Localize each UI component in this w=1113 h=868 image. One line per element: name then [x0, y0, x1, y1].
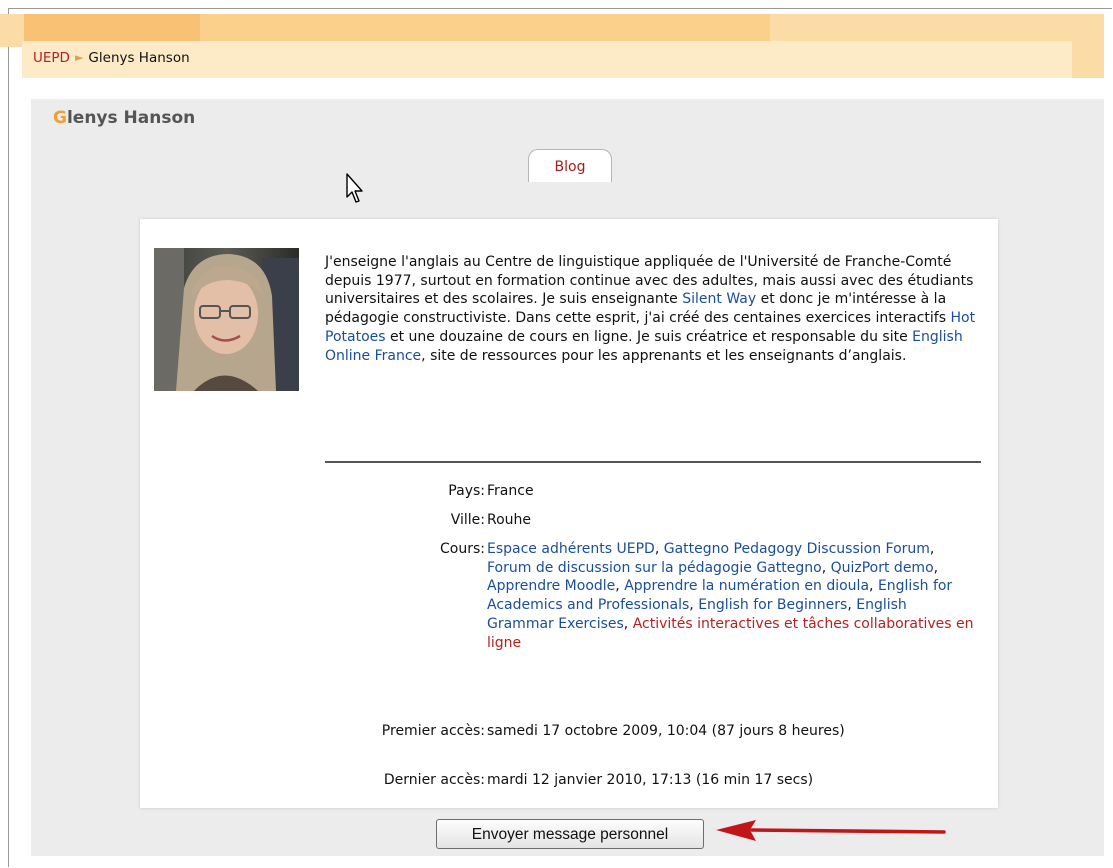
tab-blog[interactable]: Blog	[528, 149, 612, 182]
send-message-button[interactable]: Envoyer message personnel	[436, 819, 704, 849]
divider	[325, 461, 981, 463]
navbar-right-segment	[1072, 41, 1104, 78]
link-silent-way[interactable]: Silent Way	[682, 291, 756, 307]
course-link[interactable]: Gattegno Pedagogy Discussion Forum	[664, 541, 930, 557]
breadcrumb: UEPD ► Glenys Hanson	[33, 50, 190, 66]
course-separator: ,	[847, 597, 857, 614]
value-pays: France	[487, 483, 534, 499]
course-link[interactable]: QuizPort demo	[831, 560, 934, 576]
breadcrumb-home-link[interactable]: UEPD	[33, 50, 70, 66]
course-separator: ,	[623, 615, 633, 632]
value-ville: Rouhe	[487, 512, 532, 528]
label-premier-acces: Premier accès:	[381, 723, 485, 739]
course-separator: ,	[929, 541, 935, 557]
course-link[interactable]: English for Beginners	[698, 597, 847, 613]
course-link[interactable]: Apprendre Moodle	[487, 578, 615, 594]
header-band-segment	[24, 14, 200, 41]
course-link[interactable]: Apprendre la numération en dioula	[624, 578, 869, 594]
header-band-segment	[770, 14, 1104, 41]
page-title-first-letter: G	[53, 108, 67, 128]
course-link[interactable]: Forum de discussion sur la pédagogie Gat…	[487, 560, 822, 576]
red-arrow-annotation-icon	[716, 820, 946, 841]
avatar	[154, 248, 299, 391]
header-band-segment	[200, 14, 770, 41]
course-separator: ,	[689, 597, 699, 614]
page-title: Glenys Hanson	[53, 108, 195, 128]
label-pays: Pays:	[448, 483, 485, 499]
label-ville: Ville:	[450, 512, 485, 528]
course-link[interactable]: Espace adhérents UEPD	[487, 541, 655, 557]
value-dernier-acces: mardi 12 janvier 2010, 17:13 (16 min 17 …	[487, 772, 814, 788]
page-title-rest: lenys Hanson	[66, 108, 196, 128]
bio-text: , site de ressources pour les apprenants…	[421, 347, 907, 364]
course-separator: ,	[933, 559, 939, 576]
course-list: Espace adhérents UEPD, Gattegno Pedagogy…	[487, 540, 977, 652]
course-separator: ,	[821, 559, 831, 576]
value-premier-acces: samedi 17 octobre 2009, 10:04 (87 jours …	[487, 723, 845, 739]
triangle-right-icon: ►	[74, 51, 84, 64]
course-separator: ,	[869, 578, 878, 595]
profile-description: J'enseigne l'anglais au Centre de lingui…	[325, 253, 985, 365]
bio-text: et une douzaine de cours en ligne. Je su…	[385, 328, 913, 345]
label-cours: Cours:	[440, 541, 485, 557]
mouse-pointer-icon	[346, 173, 363, 203]
course-separator: ,	[654, 541, 664, 557]
course-separator: ,	[615, 578, 625, 595]
breadcrumb-current: Glenys Hanson	[88, 50, 190, 66]
label-dernier-acces: Dernier accès:	[383, 772, 485, 788]
